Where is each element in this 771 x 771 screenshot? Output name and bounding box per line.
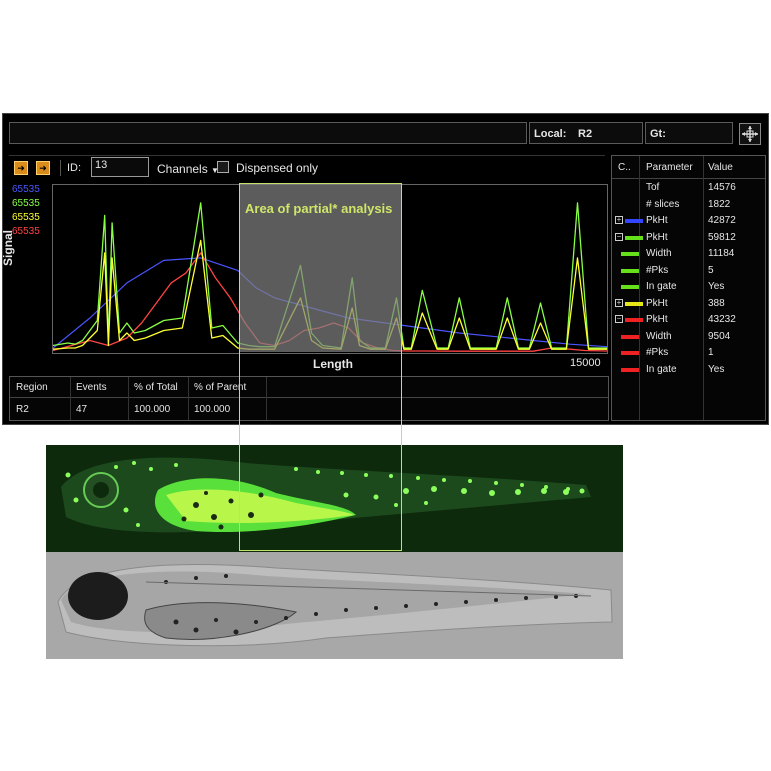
param-name: PkHt xyxy=(646,231,668,243)
id-input[interactable]: 13 xyxy=(91,157,149,177)
param-value: 1 xyxy=(708,347,714,358)
parameter-table: C.. Parameter Value Tof 14576 # slices 1822… xyxy=(611,155,766,421)
channel-color-swatch xyxy=(621,367,639,372)
arrow-right-icon: ➜ xyxy=(17,163,25,173)
id-label: ID: xyxy=(67,162,82,174)
channel-color-swatch xyxy=(621,334,639,339)
analysis-region-label: Area of partial* analysis xyxy=(245,201,393,216)
param-row[interactable]: + PkHt 388 xyxy=(612,296,765,312)
param-row[interactable]: In gate Yes xyxy=(612,362,765,378)
stats-header-region[interactable]: Region xyxy=(16,382,48,393)
param-value: 9504 xyxy=(708,330,731,342)
stats-cell-events: 47 xyxy=(76,404,88,415)
param-name: #Pks xyxy=(646,264,669,276)
param-row[interactable]: − PkHt 59812 xyxy=(612,230,765,246)
partial-analysis-region[interactable] xyxy=(239,183,402,551)
stats-header-events[interactable]: Events xyxy=(76,382,107,393)
param-name: In gate xyxy=(646,281,677,292)
dispensed-only-label: Dispensed only xyxy=(236,161,319,175)
collapse-icon[interactable]: − xyxy=(615,232,623,241)
channel-color-swatch xyxy=(625,235,643,240)
param-row[interactable]: # slices 1822 xyxy=(612,197,765,213)
x-axis-max-label: 15000 xyxy=(570,357,601,369)
param-value: Yes xyxy=(708,281,725,292)
channel-color-swatch xyxy=(625,219,643,223)
param-value: 14576 xyxy=(708,182,736,193)
stats-cell-parent: 100.000 xyxy=(194,404,231,415)
param-value: 42872 xyxy=(708,215,736,226)
local-value: R2 xyxy=(578,128,593,140)
param-row[interactable]: In gate Yes xyxy=(612,279,765,295)
param-name: PkHt xyxy=(646,314,668,325)
legend-value-blue: 65535 xyxy=(12,184,40,195)
param-value: 11184 xyxy=(708,248,735,259)
param-row[interactable]: + PkHt 42872 xyxy=(612,213,765,229)
export-button[interactable]: ➜ xyxy=(14,161,28,175)
toolbar-separator xyxy=(60,160,61,176)
param-row[interactable]: Tof 14576 xyxy=(612,180,765,196)
param-header-value[interactable]: Value xyxy=(708,162,733,173)
gt-label: Gt: xyxy=(650,128,666,140)
param-header-color[interactable]: C.. xyxy=(618,162,631,173)
legend-value-red: 65535 xyxy=(12,226,40,237)
collapse-icon[interactable]: − xyxy=(615,315,623,323)
param-row[interactable]: Width 9504 xyxy=(612,329,765,345)
brightfield-image xyxy=(46,552,623,659)
param-row[interactable]: − PkHt 43232 xyxy=(612,312,765,328)
param-value: Yes xyxy=(708,363,725,375)
legend-value-yellow: 65535 xyxy=(12,212,40,223)
expand-icon[interactable]: + xyxy=(615,298,623,307)
channels-label: Channels xyxy=(157,162,208,176)
param-value: 43232 xyxy=(708,314,736,325)
crosshair-icon xyxy=(742,126,758,142)
param-name: # slices xyxy=(646,198,680,210)
local-field[interactable]: Local: R2 xyxy=(529,122,643,144)
toolbar-divider xyxy=(9,155,605,156)
local-label: Local: xyxy=(534,128,567,140)
dispensed-only-checkbox[interactable] xyxy=(217,161,229,173)
stats-col-divider xyxy=(188,377,189,420)
channel-color-swatch xyxy=(621,252,639,256)
param-name: #Pks xyxy=(646,347,669,358)
stats-header-total[interactable]: % of Total xyxy=(134,382,178,393)
channel-color-swatch xyxy=(621,351,639,355)
param-name: In gate xyxy=(646,363,677,375)
param-name: PkHt xyxy=(646,297,668,309)
stats-cell-region: R2 xyxy=(16,404,29,415)
stats-col-divider xyxy=(70,377,71,420)
channel-color-swatch xyxy=(625,301,643,306)
channel-color-swatch xyxy=(625,318,643,322)
legend-value-green: 65535 xyxy=(12,198,40,209)
param-name: Width xyxy=(646,330,672,342)
param-value: 388 xyxy=(708,297,725,309)
channel-color-swatch xyxy=(621,268,639,273)
stats-cell-total: 100.000 xyxy=(134,404,171,415)
channel-color-swatch xyxy=(621,285,639,289)
expand-icon[interactable]: + xyxy=(615,216,623,224)
arrow-left-icon: ➜ xyxy=(39,163,47,173)
header-field[interactable] xyxy=(9,122,527,144)
move-crosshair-button[interactable] xyxy=(739,123,761,145)
param-name: Tof xyxy=(646,182,660,193)
import-button[interactable]: ➜ xyxy=(36,161,50,175)
y-axis-label: Signal xyxy=(1,229,15,266)
param-row[interactable]: #Pks 1 xyxy=(612,345,765,361)
param-name: Width xyxy=(646,248,672,259)
param-row[interactable]: #Pks 5 xyxy=(612,263,765,279)
param-header-parameter[interactable]: Parameter xyxy=(646,162,693,173)
stats-col-divider xyxy=(128,377,129,420)
param-name: PkHt xyxy=(646,215,668,226)
param-value: 59812 xyxy=(708,231,736,243)
gt-field[interactable]: Gt: xyxy=(645,122,733,144)
param-value: 1822 xyxy=(708,198,731,210)
param-row[interactable]: Width 11184 xyxy=(612,246,765,262)
param-value: 5 xyxy=(708,264,714,276)
brightfield-larva-picture xyxy=(46,552,623,659)
param-rows: Tof 14576 # slices 1822 + PkHt 42872 − PkHt 59812… xyxy=(612,180,765,420)
channels-dropdown[interactable]: Channels ▼ xyxy=(157,162,219,176)
